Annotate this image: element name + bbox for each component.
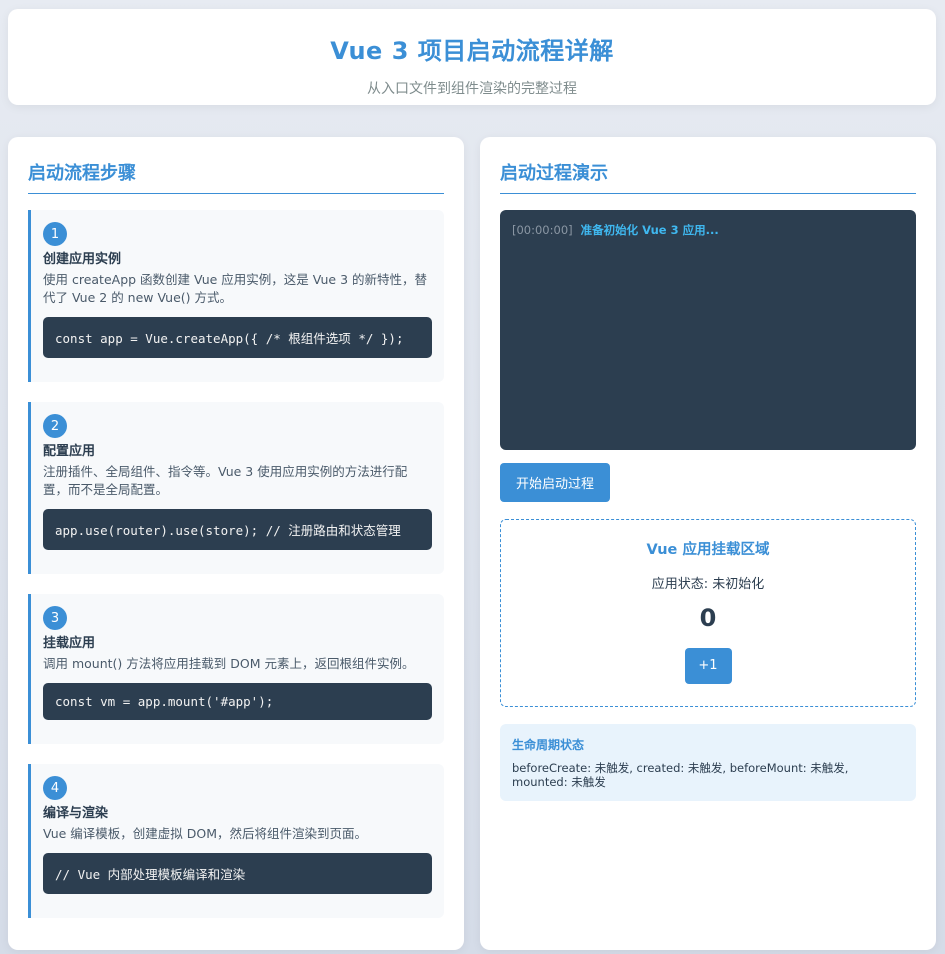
page-header: Vue 3 项目启动流程详解 从入口文件到组件渲染的完整过程 [8,9,936,105]
lifecycle-text: beforeCreate: 未触发, created: 未触发, beforeM… [512,761,849,789]
step-description: 调用 mount() 方法将应用挂载到 DOM 元素上，返回根组件实例。 [43,656,415,671]
step-card: 3 挂载应用 调用 mount() 方法将应用挂载到 DOM 元素上，返回根组件… [28,594,444,744]
step-title: 配置应用 [43,444,96,459]
step-card: 1 创建应用实例 使用 createApp 函数创建 Vue 应用实例，这是 V… [28,210,444,382]
step-number: 1 [43,222,67,246]
step-description: 注册插件、全局组件、指令等。Vue 3 使用应用实例的方法进行配置，而不是全局配… [43,464,408,497]
page-title: Vue 3 项目启动流程详解 [330,37,614,65]
page-subtitle: 从入口文件到组件渲染的完整过程 [367,81,577,97]
step-number: 4 [43,776,67,800]
code-block: const app = Vue.createApp({ /* 根组件选项 */ … [43,317,432,358]
steps-panel: 启动流程步骤 1 创建应用实例 使用 createApp 函数创建 Vue 应用… [8,137,464,950]
step-title: 编译与渲染 [43,806,109,821]
increment-button[interactable]: +1 [684,648,732,684]
lifecycle-title: 生命周期状态 [512,738,585,752]
steps-panel-title: 启动流程步骤 [28,159,444,194]
app-state-text: 应用状态: 未初始化 [651,577,765,592]
log-message: 准备初始化 Vue 3 应用... [580,223,719,237]
step-description: 使用 createApp 函数创建 Vue 应用实例，这是 Vue 3 的新特性… [43,272,427,305]
lifecycle-status: 生命周期状态 beforeCreate: 未触发, created: 未触发, … [500,724,916,801]
step-description: Vue 编译模板，创建虚拟 DOM，然后将组件渲染到页面。 [43,826,368,841]
code-block: app.use(router).use(store); // 注册路由和状态管理 [43,509,432,550]
step-number: 3 [43,606,67,630]
step-card: 2 配置应用 注册插件、全局组件、指令等。Vue 3 使用应用实例的方法进行配置… [28,402,444,574]
step-title: 挂载应用 [43,636,96,651]
counter-value: 0 [699,604,717,632]
step-card: 4 编译与渲染 Vue 编译模板，创建虚拟 DOM，然后将组件渲染到页面。 //… [28,764,444,918]
step-number: 2 [43,414,67,438]
demo-panel-title: 启动过程演示 [500,159,916,194]
log-console[interactable]: [00:00:00] 准备初始化 Vue 3 应用... [500,210,916,450]
log-timestamp: [00:00:00] [512,223,573,237]
code-block: // Vue 内部处理模板编译和渲染 [43,853,432,894]
mount-area-title: Vue 应用挂载区域 [646,542,770,558]
start-process-button[interactable]: 开始启动过程 [500,463,611,502]
mount-area: Vue 应用挂载区域 应用状态: 未初始化 0 +1 [500,519,916,707]
code-block: const vm = app.mount('#app'); [43,683,432,720]
step-title: 创建应用实例 [43,252,122,267]
demo-panel: 启动过程演示 [00:00:00] 准备初始化 Vue 3 应用... 开始启动过… [480,137,936,950]
